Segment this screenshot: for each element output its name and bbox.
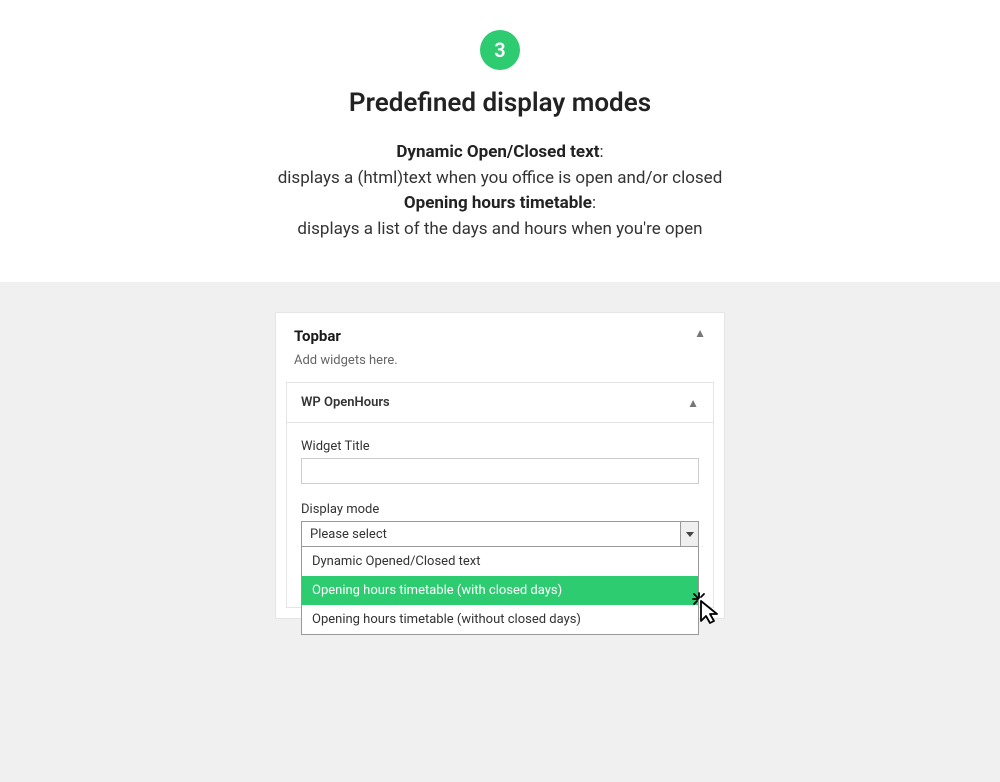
desc-line-1: displays a (html)text when you office is… <box>278 168 723 188</box>
display-mode-select[interactable]: Please select <box>301 521 699 547</box>
collapse-widget-icon[interactable]: ▲ <box>687 397 699 409</box>
chevron-down-icon[interactable] <box>680 522 698 546</box>
widget-title-label: Widget Title <box>301 439 699 454</box>
description-block: Dynamic Open/Closed text: displays a (ht… <box>0 140 1000 242</box>
desc-bold-2: Opening hours timetable <box>404 193 592 213</box>
dropdown-option[interactable]: Opening hours timetable (without closed … <box>302 605 698 634</box>
step-number-badge: 3 <box>480 30 520 70</box>
widget-area-panel: Topbar ▲ Add widgets here. WP OpenHours … <box>275 312 725 619</box>
panel-title: Topbar <box>294 327 341 345</box>
desc-bold-1: Dynamic Open/Closed text <box>396 142 599 162</box>
collapse-panel-icon[interactable]: ▲ <box>694 327 706 339</box>
dropdown-option[interactable]: Dynamic Opened/Closed text <box>302 547 698 576</box>
display-mode-label: Display mode <box>301 502 699 517</box>
widget-name: WP OpenHours <box>301 395 390 410</box>
desc-line-2: displays a list of the days and hours wh… <box>297 219 702 239</box>
panel-subtitle: Add widgets here. <box>276 349 724 382</box>
widget-box: WP OpenHours ▲ Widget Title Display mode… <box>286 382 714 608</box>
display-mode-dropdown: Dynamic Opened/Closed text Opening hours… <box>301 547 699 635</box>
page-title: Predefined display modes <box>0 88 1000 118</box>
dropdown-option[interactable]: Opening hours timetable (with closed day… <box>302 576 698 605</box>
select-placeholder: Please select <box>302 527 387 542</box>
widget-title-input[interactable] <box>301 458 699 484</box>
